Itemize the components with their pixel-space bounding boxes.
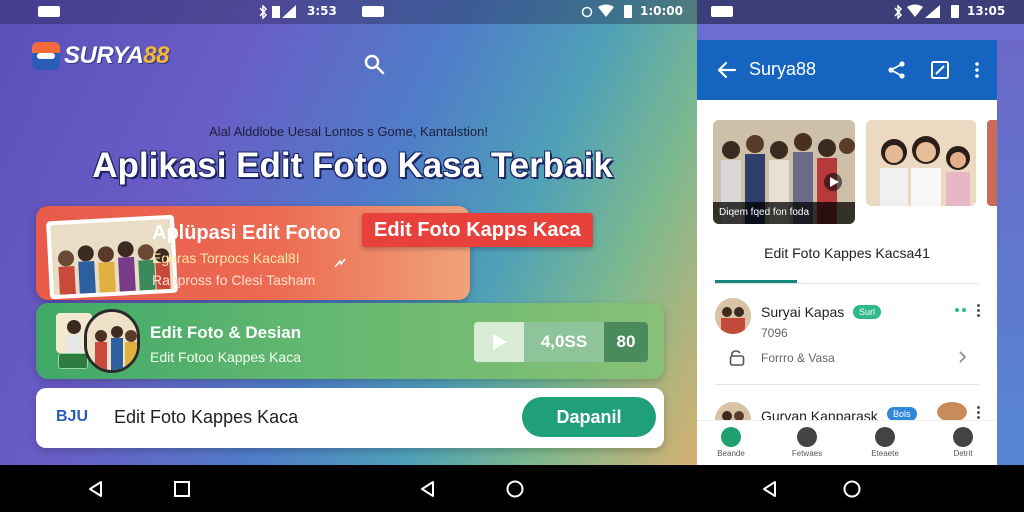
photo-icon (797, 427, 817, 447)
status-badge: Surl (853, 305, 882, 319)
search-icon[interactable] (362, 52, 386, 76)
alarm-icon (581, 6, 593, 18)
avatar (715, 298, 751, 334)
status-time: 1:0:00 (640, 4, 683, 18)
tab-divider (715, 283, 979, 284)
list-item-name: Suryai Kapas (761, 304, 845, 320)
sim-card-icon (38, 6, 60, 17)
stats-pill-group: 4,0SS 80 (474, 322, 648, 362)
promo-subtitle: Alal Alddlobe Uesal Lontos s Gome, Kanta… (209, 124, 488, 139)
app-title: Surya88 (749, 59, 817, 79)
featured-card-line-1: Egeras Torpocs Kacal8I (152, 250, 300, 266)
featured-tag-label[interactable]: Edit Foto Kapps Kaca (362, 213, 593, 247)
avatar (937, 402, 967, 422)
bluetooth-icon (259, 5, 268, 19)
gallery-item-peek[interactable] (987, 120, 997, 206)
bluetooth-icon (894, 5, 903, 19)
battery-icon (624, 5, 632, 18)
nav-label: Eteaete (871, 449, 899, 458)
gallery-item-photo[interactable] (866, 120, 976, 206)
list-item[interactable]: Gurvan Kanparask Bols (715, 402, 985, 438)
back-nav-icon[interactable] (86, 479, 106, 499)
app-screen: 13:05 Surya88 Diqem fqed fon foda Edit F… (697, 0, 1024, 465)
logo-text-number: 88 (143, 42, 169, 69)
nav-label: Detrit (953, 449, 973, 458)
list-item-subtitle: Forrro & Vasa (761, 351, 835, 365)
stats-value: 4,0SS (524, 322, 604, 362)
nav-item-profile[interactable]: Detrit (933, 427, 993, 458)
more-vert-icon[interactable] (977, 406, 980, 420)
editor-card-subtitle: Edit Fotoo Kappes Kaca (150, 349, 301, 365)
brand-logo: SURYA88 (32, 42, 169, 70)
home-icon (721, 427, 741, 447)
signal-icon (925, 5, 940, 18)
secondary-status-bar: 1:0:00 (348, 0, 697, 24)
section-title: Edit Foto Kappes Kacsa41 (764, 245, 930, 261)
share-icon[interactable] (887, 60, 907, 80)
nav-item-location[interactable]: Eteaete (855, 427, 915, 458)
wifi-icon (598, 4, 614, 17)
list-divider (715, 384, 979, 385)
featured-card-title: Aplüpasi Edit Fotoo (152, 222, 341, 244)
lock-icon (729, 350, 745, 366)
bottom-navigation: Beande Fetwaes Eteaete Detrit (697, 420, 997, 465)
play-button[interactable] (474, 322, 524, 362)
status-bar: 13:05 (697, 0, 1024, 24)
gallery-caption: Diqem fqed fon foda (713, 202, 855, 224)
download-card-label: Edit Foto Kappes Kaca (114, 407, 299, 427)
stats-number: 80 (604, 322, 648, 362)
system-navigation-bar (0, 465, 1024, 512)
more-vert-icon[interactable] (977, 304, 980, 318)
battery-icon (951, 5, 959, 18)
list-item-meta: 7096 (761, 326, 788, 340)
logo-text-main: SURYA (64, 42, 144, 69)
profile-icon (953, 427, 973, 447)
status-time: 3:53 (307, 4, 337, 18)
home-nav-icon[interactable] (505, 479, 525, 499)
recents-nav-icon[interactable] (172, 479, 192, 499)
app-bar: Surya88 (697, 40, 997, 100)
promo-headline: Aplikasi Edit Foto Kasa Terbaik (92, 146, 613, 185)
online-dot (955, 308, 959, 312)
card-badge: BJU (56, 408, 89, 425)
nav-label: Fetwaes (791, 449, 823, 458)
girls-photo (866, 120, 976, 206)
edit-icon[interactable] (930, 60, 950, 80)
list-item[interactable]: Suryai Kapas Surl 7096 Forrro & Vasa (715, 298, 985, 376)
online-dot (962, 308, 966, 312)
logo-mark-icon (32, 42, 60, 70)
download-button[interactable]: Dapanil (522, 397, 656, 437)
download-card: BJU Edit Foto Kappes Kaca Dapanil (36, 388, 664, 448)
nav-item-photos[interactable]: Fetwaes (777, 427, 837, 458)
image-card-icon (58, 353, 88, 369)
featured-card-line-2: Rappross fo Clesi Tasham (152, 272, 316, 288)
more-vert-icon[interactable] (967, 60, 987, 80)
editor-app-card[interactable]: Edit Foto & Desian Edit Fotoo Kappes Kac… (36, 303, 664, 379)
back-nav-icon[interactable] (418, 479, 438, 499)
promo-screen: 3:53 SURYA88 Alal Alddlobe Uesal Lontos … (0, 0, 697, 465)
wifi-icon (907, 4, 923, 17)
back-arrow-icon[interactable] (717, 60, 737, 80)
back-nav-icon[interactable] (760, 479, 780, 499)
home-nav-icon[interactable] (842, 479, 862, 499)
phone-preview-thumbnail (84, 309, 140, 373)
play-icon (493, 334, 507, 350)
editor-card-title: Edit Foto & Desian (150, 323, 302, 342)
sim-card-icon (362, 6, 384, 17)
chevron-right-icon[interactable] (958, 351, 966, 363)
status-badge: Bols (887, 407, 917, 421)
sparkle-icon (334, 258, 346, 268)
status-time: 13:05 (967, 4, 1006, 18)
background-edge (997, 40, 1024, 465)
gallery-item-video[interactable]: Diqem fqed fon foda (713, 120, 855, 224)
location-icon (875, 427, 895, 447)
nav-label: Beande (717, 449, 745, 458)
nav-item-home[interactable]: Beande (701, 427, 761, 458)
signal-icon (272, 5, 296, 18)
sim-card-icon (711, 6, 733, 17)
